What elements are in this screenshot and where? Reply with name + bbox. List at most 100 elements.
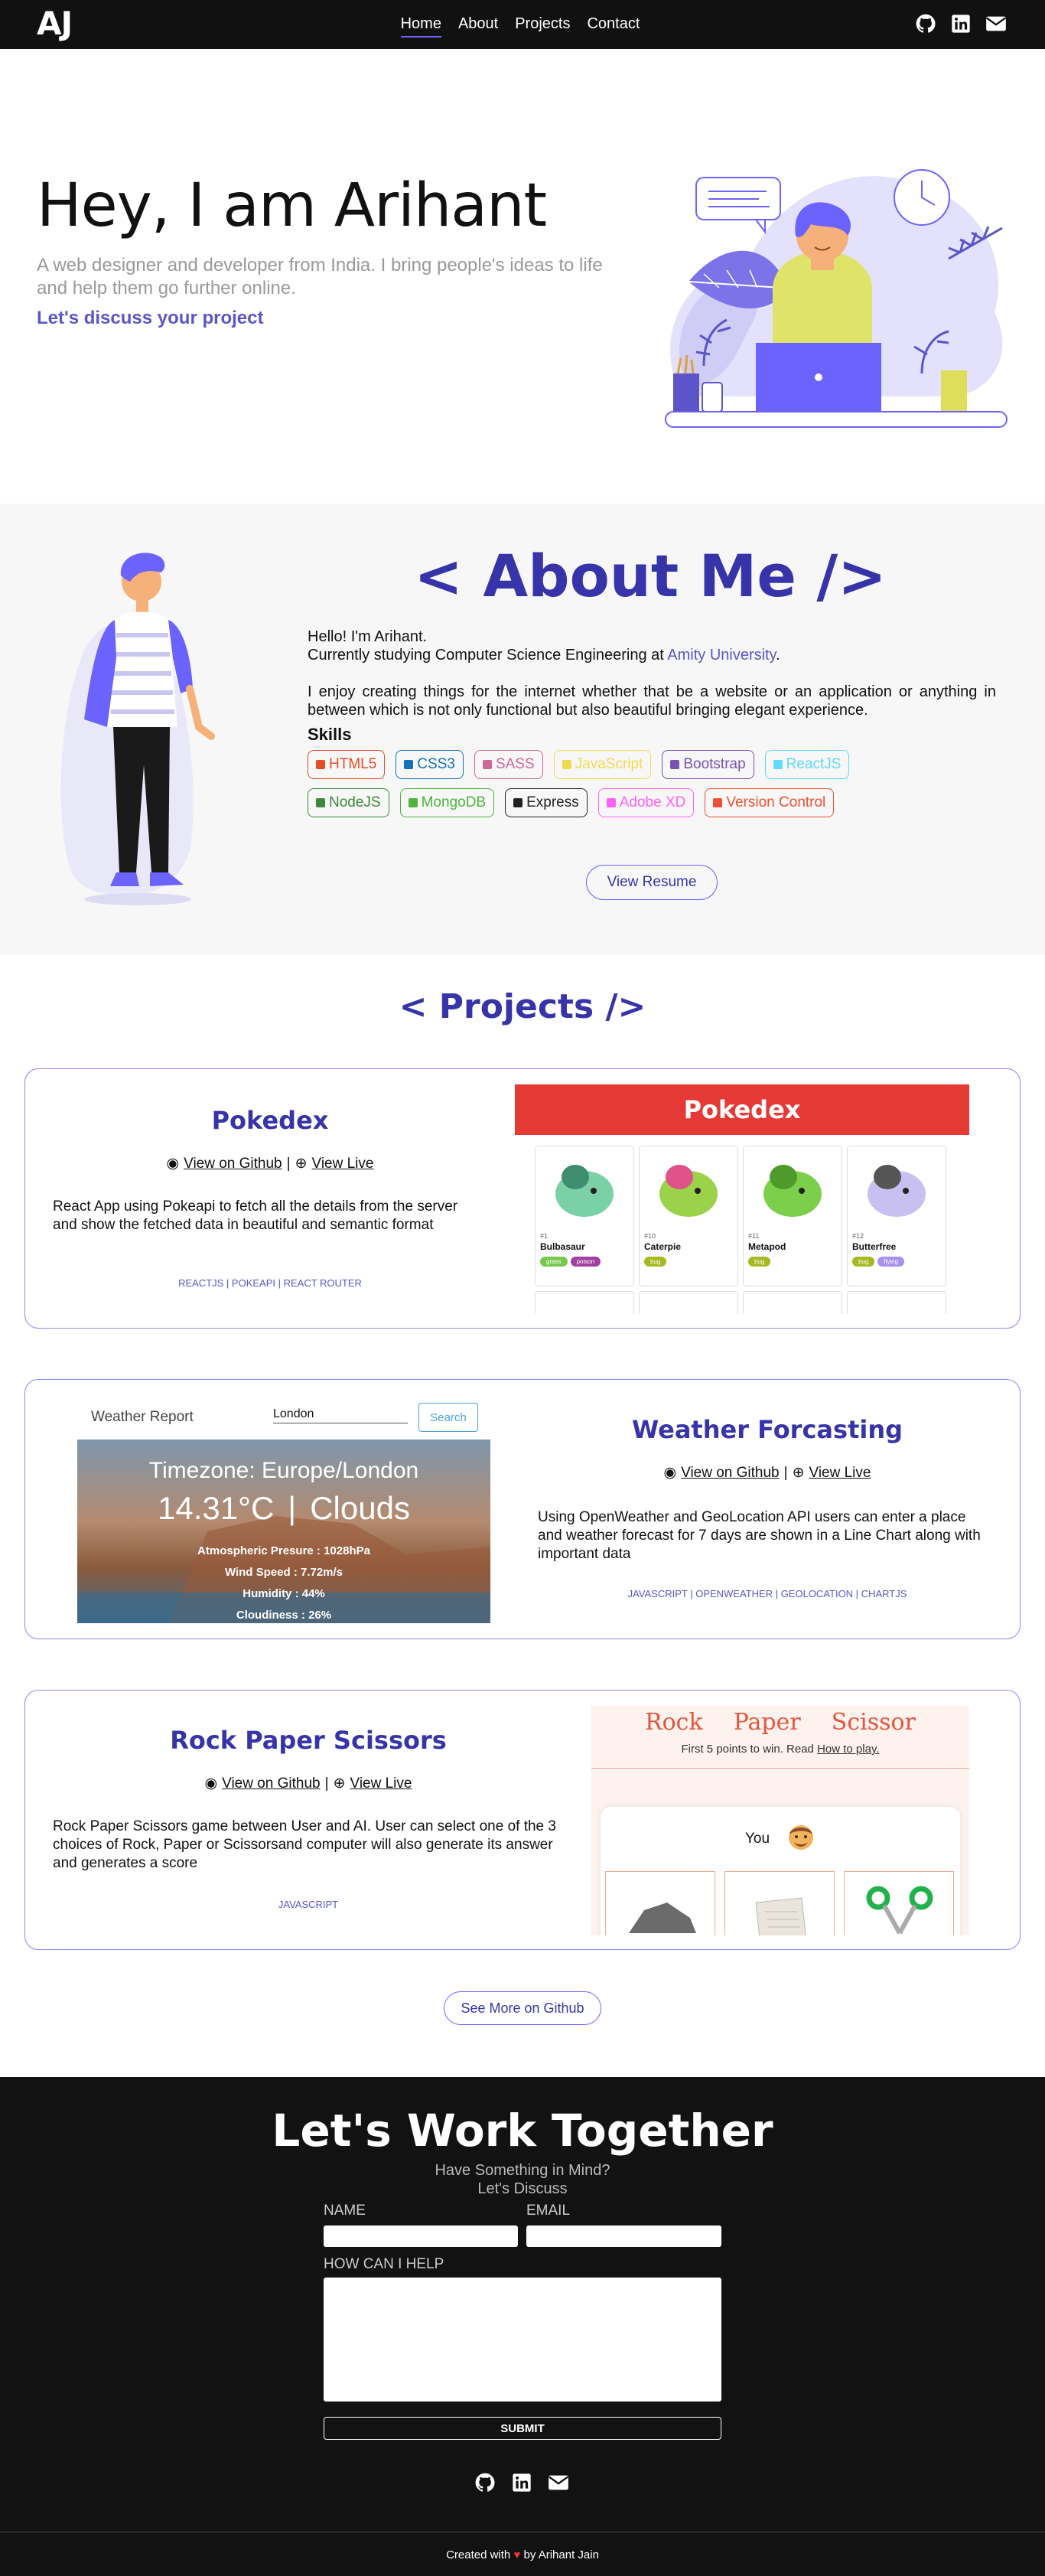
globe-icon: ⊕: [333, 1775, 346, 1792]
name-input[interactable]: [324, 2225, 518, 2247]
weather-search-button[interactable]: Search: [418, 1403, 478, 1432]
footer: Created with ♥ by Arihant Jain: [0, 2548, 1045, 2561]
nav-link-about[interactable]: About: [458, 15, 498, 37]
hero-title: Hey, I am Arihant: [37, 171, 547, 240]
scissor-choice[interactable]: [844, 1871, 954, 1935]
weather-humidity: Humidity : 44%: [243, 1587, 325, 1600]
skill-chip: ReactJS: [764, 750, 850, 779]
mail-icon[interactable]: [985, 13, 1007, 34]
help-label: HOW CAN I HELP: [324, 2256, 444, 2272]
nav-links: Home About Projects Contact: [375, 15, 666, 37]
skill-icon: [513, 798, 523, 807]
globe-icon: ⊕: [295, 1156, 308, 1172]
paper-choice[interactable]: [724, 1871, 835, 1935]
pokemon-name: Caterpie: [644, 1241, 682, 1252]
rps-board: You: [601, 1807, 960, 1935]
skill-chip: MongoDB: [399, 788, 495, 817]
project-description: Using OpenWeather and GeoLocation API us…: [538, 1509, 981, 1562]
github-icon[interactable]: [474, 2472, 496, 2493]
linkedin-icon[interactable]: [950, 13, 972, 34]
contact-section: Let's Work Together Have Something in Mi…: [0, 2077, 1045, 2576]
weather-temp: 14.31°C: [158, 1490, 275, 1526]
github-icon: ◉: [166, 1156, 180, 1172]
about-body: Hello! I'm Arihant. Currently studying C…: [308, 628, 996, 817]
pokemon-card[interactable]: #12 Butterfree bug flying: [847, 1146, 946, 1286]
see-more-github-button[interactable]: See More on Github: [444, 1991, 601, 2025]
weather-condition: Clouds: [310, 1490, 410, 1526]
message-textarea[interactable]: [324, 2278, 721, 2402]
pokemon-sprite: [868, 1165, 926, 1217]
skill-label: Adobe XD: [619, 794, 686, 810]
contact-sub1: Have Something in Mind?: [435, 2162, 610, 2179]
project-card-rps: Rock Paper Scissors ◉ View on Github | ⊕ V…: [24, 1690, 1021, 1950]
project-tags: REACTJS | POKEAPI | REACT ROUTER: [178, 1277, 362, 1289]
skill-chip: CSS3: [396, 750, 464, 779]
weather-search-input[interactable]: London: [273, 1407, 408, 1423]
skill-icon: [773, 760, 783, 769]
pokedex-header: Pokedex: [515, 1084, 969, 1135]
skill-icon: [404, 760, 414, 769]
skill-chip: NodeJS: [308, 788, 389, 817]
github-icon: ◉: [663, 1465, 677, 1481]
skill-label: HTML5: [329, 756, 377, 772]
site-logo[interactable]: AJ: [37, 5, 73, 42]
about-study-suffix: .: [776, 647, 780, 664]
pokemon-types: grass poison: [540, 1257, 601, 1267]
view-live-link[interactable]: View Live: [350, 1775, 412, 1792]
rps-word-rock: Rock: [645, 1709, 703, 1736]
skill-icon: [408, 798, 418, 807]
rock-choice[interactable]: [605, 1871, 715, 1935]
type-badge: grass: [540, 1257, 568, 1267]
weather-screenshot[interactable]: Weather Report London Search Timezone: E…: [77, 1395, 490, 1623]
nav-link-contact[interactable]: Contact: [587, 15, 640, 37]
view-on-github-link[interactable]: View on Github: [681, 1465, 780, 1482]
pokemon-number: #10: [644, 1232, 656, 1240]
github-icon[interactable]: [915, 13, 936, 34]
how-to-play-link[interactable]: How to play.: [817, 1743, 879, 1756]
type-badge: bug: [852, 1257, 875, 1267]
projects-title: < Projects />: [399, 987, 646, 1026]
project-title: Rock Paper Scissors: [170, 1726, 447, 1755]
discuss-project-link[interactable]: Let's discuss your project: [37, 308, 263, 329]
nav-link-projects[interactable]: Projects: [515, 15, 570, 37]
rps-rule: First 5 points to win. Read How to play.: [591, 1743, 969, 1756]
email-label: EMAIL: [526, 2203, 571, 2219]
linkedin-icon[interactable]: [511, 2472, 532, 2493]
heart-icon: ♥: [513, 2548, 521, 2561]
skill-label: SASS: [495, 756, 535, 772]
skill-chip: Express: [505, 788, 588, 817]
weather-timezone: Timezone: Europe/London: [148, 1458, 419, 1483]
rps-screenshot[interactable]: Rock Paper Scissor First 5 points to win…: [591, 1706, 969, 1935]
rps-header: Rock Paper Scissor First 5 points to win…: [591, 1706, 969, 1769]
project-links: ◉ View on Github | ⊕ View Live: [204, 1775, 412, 1792]
pokemon-name: Bulbasaur: [540, 1241, 585, 1252]
pokemon-card[interactable]: #11 Metapod bug: [743, 1146, 842, 1286]
pokemon-card[interactable]: #1 Bulbasaur grass poison: [535, 1146, 634, 1286]
university-link[interactable]: Amity University: [667, 647, 776, 664]
project-links: ◉ View on Github | ⊕ View Live: [166, 1155, 374, 1172]
contact-sub2: Let's Discuss: [477, 2180, 568, 2197]
view-live-link[interactable]: View Live: [809, 1465, 871, 1482]
globe-icon: ⊕: [792, 1465, 805, 1481]
pokemon-number: #11: [748, 1232, 760, 1240]
about-study: Currently studying Computer Science Engi…: [308, 646, 996, 664]
view-live-link[interactable]: View Live: [311, 1156, 373, 1172]
view-resume-button[interactable]: View Resume: [586, 865, 718, 900]
pokedex-screenshot[interactable]: Pokedex #1 Bulbasaur grass poison #10 Caterpi…: [515, 1084, 969, 1314]
view-on-github-link[interactable]: View on Github: [184, 1156, 282, 1172]
pokemon-card[interactable]: #10 Caterpie bug: [639, 1146, 738, 1286]
project-description: Rock Paper Scissors game between User an…: [53, 1818, 556, 1871]
view-on-github-link[interactable]: View on Github: [222, 1775, 321, 1792]
skill-chip: Bootstrap: [662, 750, 754, 779]
rps-word-scissor: Scissor: [831, 1709, 916, 1736]
submit-button[interactable]: SUBMIT: [324, 2417, 721, 2440]
skills-list: HTML5 CSS3 SASS JavaScript Bootstrap ReactJS N…: [308, 750, 935, 817]
mail-icon[interactable]: [548, 2472, 569, 2493]
skill-chip: JavaScript: [553, 750, 652, 779]
email-input[interactable]: [526, 2225, 721, 2247]
pokemon-number: #12: [852, 1232, 864, 1240]
nav-link-home[interactable]: Home: [400, 15, 441, 37]
pokemon-name: Metapod: [748, 1241, 786, 1252]
weather-pressure: Atmospheric Presure : 1028hPa: [197, 1544, 370, 1557]
about-section: < About Me /> Hello! I'm Arihant. Curren…: [0, 504, 1045, 955]
